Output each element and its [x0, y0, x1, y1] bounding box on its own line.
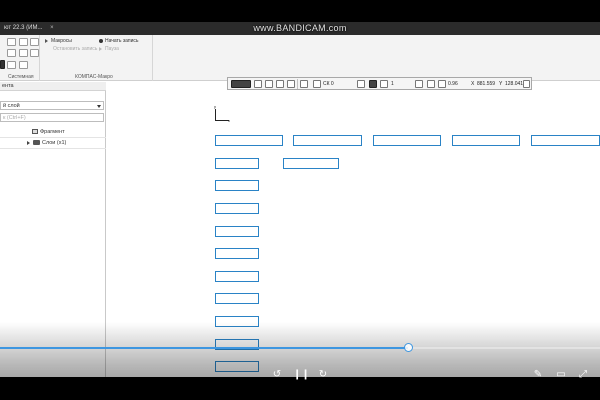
- rectangle-shape[interactable]: [293, 135, 362, 146]
- axis-x-line: [215, 120, 229, 121]
- macros-button[interactable]: Макросы: [45, 38, 72, 44]
- tree-item-layers[interactable]: Слои (x1): [0, 138, 106, 149]
- grid-icon[interactable]: [300, 80, 308, 88]
- start-recording-button[interactable]: Начать запись: [99, 38, 139, 44]
- rectangle-shape[interactable]: [531, 135, 600, 146]
- coordinate-system-select[interactable]: СК 0: [323, 80, 334, 88]
- cursor-y-label: Y: [499, 81, 503, 87]
- measure-icon[interactable]: [276, 80, 284, 88]
- pause-recording-button: Пауза: [99, 46, 119, 52]
- snap-mode-icon[interactable]: [231, 80, 251, 88]
- rectangle-shape[interactable]: [452, 135, 520, 146]
- redo-icon[interactable]: [19, 61, 28, 69]
- fullscreen-icon[interactable]: ⤢: [577, 369, 589, 381]
- tree-search-input[interactable]: к (Ctrl+F): [0, 113, 104, 122]
- rectangle-shape[interactable]: [215, 203, 259, 214]
- ribbon-button-4[interactable]: [7, 49, 16, 57]
- layer-icon[interactable]: [380, 80, 388, 88]
- rectangle-shape[interactable]: [373, 135, 441, 146]
- kompas-window: ют 22.3 (ИМ... × Системная Макросы Остан…: [0, 22, 600, 377]
- close-tab-icon[interactable]: ×: [50, 25, 54, 31]
- zoom-icon[interactable]: [415, 80, 423, 88]
- ribbon-group-kompas-macro: Макросы Остановить запись Начать запись …: [41, 35, 153, 81]
- pause-icon[interactable]: ❙❙: [293, 369, 310, 381]
- rectangle-shape[interactable]: [283, 158, 339, 169]
- save-icon[interactable]: [30, 38, 39, 46]
- record-icon: [99, 38, 103, 43]
- pen-icon[interactable]: [523, 80, 530, 88]
- selection-icon[interactable]: [369, 80, 377, 88]
- rectangle-shape[interactable]: [215, 316, 259, 327]
- print-icon[interactable]: [19, 49, 28, 57]
- model-tree: Фрагмент Слои (x1): [0, 127, 106, 149]
- bandicam-watermark: www.BANDICAM.com: [253, 23, 347, 33]
- video-seekbar[interactable]: [0, 343, 600, 352]
- search-icon[interactable]: [438, 80, 446, 88]
- rectangle-shape[interactable]: [215, 361, 259, 372]
- window-title: ют 22.3 (ИМ...: [4, 25, 43, 31]
- rectangle-shape[interactable]: [215, 180, 259, 191]
- rectangle-shape[interactable]: [215, 271, 259, 282]
- chevron-down-icon: [97, 105, 101, 108]
- rectangle-shape[interactable]: [215, 248, 259, 259]
- pause-small-icon: [99, 46, 102, 51]
- seekbar-handle[interactable]: [404, 343, 413, 352]
- line-tool-icon[interactable]: [254, 80, 262, 88]
- rectangle-shape[interactable]: [215, 158, 259, 169]
- axis-x-label: x: [228, 118, 230, 123]
- attribute-icon[interactable]: [287, 80, 295, 88]
- cursor-x-value: 881.559: [477, 81, 496, 87]
- rectangle-shape[interactable]: [215, 226, 259, 237]
- orthogonal-icon[interactable]: [357, 80, 365, 88]
- ribbon-button-6[interactable]: [30, 49, 39, 57]
- rewind-icon[interactable]: ↺: [270, 369, 284, 381]
- video-player-frame: ют 22.3 (ИМ... × Системная Макросы Остан…: [0, 0, 600, 400]
- coordinate-system-icon[interactable]: [313, 80, 321, 88]
- ribbon-group-system: Системная: [0, 35, 40, 81]
- ribbon-button-2[interactable]: [19, 38, 28, 46]
- ribbon-button-1[interactable]: [7, 38, 16, 46]
- expand-icon[interactable]: [27, 140, 30, 145]
- rectangle-shape[interactable]: [215, 135, 283, 146]
- snap-icon[interactable]: [265, 80, 273, 88]
- ribbon: Системная Макросы Остановить запись Нача…: [0, 35, 600, 81]
- toolbar-separator: [297, 79, 298, 89]
- tree-item-fragment[interactable]: Фрагмент: [0, 127, 106, 138]
- panel-toggle-icon[interactable]: [0, 60, 5, 69]
- folder-icon: [33, 140, 40, 146]
- layer-select[interactable]: й слой: [0, 101, 104, 110]
- drawing-toolbar: СК 0 1 0.96 X 881.559 Y 128.041: [227, 77, 532, 90]
- layer-number-select[interactable]: 1: [391, 80, 394, 88]
- play-icon: [45, 38, 48, 43]
- layer-select-value: й слой: [3, 103, 20, 109]
- undo-icon[interactable]: [7, 61, 16, 69]
- panel-tab[interactable]: ента: [0, 82, 106, 91]
- tree-panel: ента й слой к (Ctrl+F) Фрагмент Слои (x1…: [0, 82, 106, 377]
- forward-icon[interactable]: ↻: [316, 369, 330, 381]
- zoom-level-input[interactable]: 0.96: [448, 80, 458, 88]
- rectangle-shape[interactable]: [215, 293, 259, 304]
- stop-recording-button: Остановить запись: [53, 46, 98, 52]
- ribbon-caption-kompas-macro: КОМПАС-Макро: [75, 74, 113, 80]
- axis-y-label: y: [214, 104, 216, 109]
- zoom-fit-icon[interactable]: [427, 80, 435, 88]
- cursor-x-label: X: [471, 81, 475, 87]
- drawing-canvas[interactable]: y x: [107, 82, 600, 377]
- ribbon-caption-system: Системная: [8, 74, 34, 80]
- seekbar-played: [0, 347, 408, 349]
- pen-icon[interactable]: ✎: [532, 369, 544, 381]
- fragment-icon: [32, 129, 38, 135]
- screen-icon[interactable]: ▭: [555, 369, 567, 381]
- cursor-y-value: 128.041: [505, 81, 524, 87]
